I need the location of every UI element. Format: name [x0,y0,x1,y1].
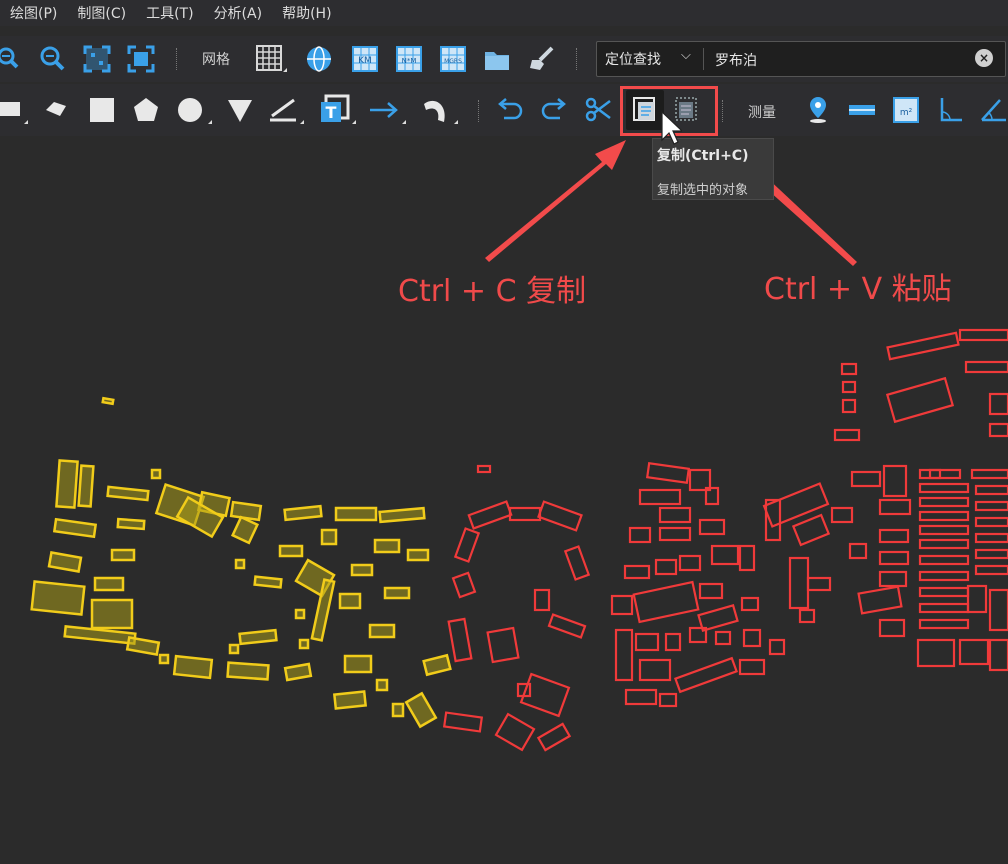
chevron-down-icon[interactable]: ⌵ [681,48,691,63]
svg-text:MGRS: MGRS [444,58,462,65]
full-extent-icon[interactable] [126,44,156,74]
redo-icon[interactable] [538,94,570,126]
pentagon-icon[interactable] [130,94,162,126]
copy-annotation: Ctrl + C 复制 [398,274,587,309]
pasted-buildings [442,328,1008,752]
paste-annotation: Ctrl + V 粘贴 [764,272,952,307]
svg-text:N*M: N*M [402,57,417,65]
search-mode-select[interactable]: 定位查找 [605,49,661,69]
km-grid-icon[interactable]: KM [350,44,380,74]
toolbar-separator [176,48,179,70]
circle-icon[interactable] [174,94,214,126]
svg-text:T: T [326,103,337,122]
grid-label: 网格 [202,52,230,68]
menu-tools[interactable]: 工具(T) [136,3,203,23]
tooltip-description: 复制选中的对象 [657,183,749,198]
svg-text:KM: KM [358,56,372,66]
grid-icon[interactable] [255,44,287,76]
menu-help[interactable]: 帮助(H) [272,3,341,23]
svg-text:m²: m² [900,108,913,118]
map-canvas[interactable] [0,136,1008,864]
search-divider [703,48,704,70]
search-input[interactable] [713,47,967,73]
ruler-icon[interactable] [266,94,306,126]
menu-analysis[interactable]: 分析(A) [204,3,273,23]
zoom-in-icon[interactable] [0,44,22,74]
lnglat-grid-icon[interactable] [304,44,334,74]
arrow-icon[interactable] [366,94,408,126]
menu-cartography[interactable]: 制图(C) [67,3,136,23]
zoom-out-icon[interactable] [38,44,68,74]
toolbar-separator [722,100,725,122]
brush-icon[interactable] [526,44,556,74]
zoom-extent-icon[interactable] [82,44,112,74]
mouse-cursor-icon [661,110,682,145]
polygon-pin-icon[interactable] [40,94,72,126]
menu-draw[interactable]: 绘图(P) [0,3,67,23]
cut-icon[interactable] [582,94,614,126]
toolbar-separator [576,48,579,70]
marker-icon[interactable] [802,94,834,126]
curve-icon[interactable] [420,94,460,126]
mgrs-grid-icon[interactable]: MGRS [438,44,468,74]
line-measure-icon[interactable] [846,94,878,126]
draw-toolbar: T 测量 m² [0,84,1008,136]
measure-label: 测量 [748,105,776,121]
folder-icon[interactable] [482,44,512,74]
location-search-box: 定位查找 ⌵ × [596,41,1006,77]
clear-icon[interactable]: × [975,49,993,67]
angle-icon[interactable] [934,94,966,126]
rectangle-icon[interactable] [0,94,30,126]
tooltip-title: 复制(Ctrl+C) [657,148,749,164]
copy-tooltip: 复制(Ctrl+C) 复制选中的对象 [652,138,774,200]
nm-grid-icon[interactable]: N*M [394,44,424,74]
area-measure-icon[interactable]: m² [890,94,922,126]
triangle-icon[interactable] [224,94,256,126]
square-icon[interactable] [86,94,118,126]
toolbar-separator [478,100,481,122]
angle2-icon[interactable] [978,94,1008,126]
selected-buildings [30,396,452,729]
text-icon[interactable]: T [318,94,358,126]
undo-icon[interactable] [494,94,526,126]
menu-bar: 绘图(P) 制图(C) 工具(T) 分析(A) 帮助(H) [0,0,1008,26]
